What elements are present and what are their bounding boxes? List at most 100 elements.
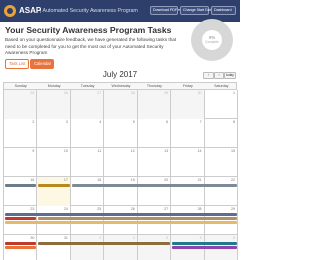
calendar-day-cell[interactable]: 6 <box>138 119 172 148</box>
calendar-day-cell[interactable]: 27 <box>70 90 105 119</box>
previous-month-button[interactable]: ‹ <box>203 72 214 79</box>
calendar-day-cell[interactable]: 28 <box>104 90 138 119</box>
calendar-day-cell[interactable]: 4 <box>71 119 105 148</box>
calendar-week-row: 23 24 25 26 27 28 29 <box>3 206 238 235</box>
day-number: 5 <box>132 120 135 124</box>
calendar-day-cell[interactable]: 1 <box>205 90 238 119</box>
day-number: 29 <box>164 91 169 95</box>
day-number: 19 <box>130 178 135 182</box>
calendar-day-cell[interactable]: 2 <box>4 119 38 148</box>
calendar-week-row: 2 3 4 5 6 7 8 <box>3 119 238 148</box>
calendar-day-cell[interactable]: 9 <box>4 148 38 177</box>
day-number: 1 <box>232 91 235 95</box>
day-number: 30 <box>197 91 202 95</box>
day-number: 5 <box>232 236 235 240</box>
dashboard-button[interactable]: Dashboard <box>211 6 236 15</box>
day-number: 22 <box>230 178 235 182</box>
calendar-day-cell[interactable]: 10 <box>37 148 71 177</box>
calendar-day-cell[interactable]: 15 <box>205 148 238 177</box>
intro-text: Based on your questionnaire feedback, we… <box>5 37 177 55</box>
calendar-day-cell[interactable]: 8 <box>205 119 238 148</box>
calendar-day-cell[interactable]: 22 <box>205 177 238 206</box>
calendar-week-row: 9 10 11 12 13 14 15 <box>3 148 238 177</box>
day-number: 7 <box>199 120 202 124</box>
change-start-date-button[interactable]: Change Start Date <box>180 6 213 15</box>
day-number: 14 <box>197 149 202 153</box>
day-number: 18 <box>97 178 102 182</box>
calendar-day-cell[interactable]: 12 <box>104 148 138 177</box>
calendar-day-cell[interactable]: 29 <box>137 90 172 119</box>
day-number: 3 <box>166 236 169 240</box>
next-month-button[interactable]: › <box>214 72 224 79</box>
day-number: 23 <box>30 207 35 211</box>
calendar-week-row: 25 26 27 28 29 30 1 <box>3 90 238 119</box>
calendar-day-cell[interactable]: 14 <box>171 148 205 177</box>
weekday-header-thursday: Thursday <box>146 84 162 88</box>
brand-subtitle: | Automated Security Awareness Program <box>40 8 138 14</box>
calendar-task-event[interactable] <box>5 213 237 216</box>
weekday-header-monday: Monday <box>47 84 61 88</box>
calendar-day-cell[interactable]: 2 <box>104 235 138 260</box>
day-number: 6 <box>166 120 169 124</box>
progress-caption: Complete <box>205 40 219 44</box>
calendar-day-cell[interactable]: 30 <box>171 90 205 119</box>
day-number: 11 <box>97 149 102 153</box>
calendar-day-cell[interactable]: 11 <box>71 148 105 177</box>
calendar-day-cell[interactable]: 20 <box>138 177 172 206</box>
day-number: 28 <box>197 207 202 211</box>
calendar-task-event[interactable] <box>5 221 237 224</box>
calendar-task-event[interactable] <box>5 217 37 220</box>
day-number: 29 <box>230 207 235 211</box>
calendar-day-cell[interactable]: 18 <box>71 177 105 206</box>
calendar-day-cell[interactable]: 16 <box>4 177 38 206</box>
calendar-day-cell[interactable]: 3 <box>37 119 71 148</box>
calendar-day-cell[interactable]: 5 <box>104 119 138 148</box>
asap-logo-icon <box>4 5 16 17</box>
day-number: 10 <box>63 149 68 153</box>
calendar-day-cell[interactable]: 25 <box>4 90 38 119</box>
calendar-task-event[interactable] <box>38 242 171 245</box>
calendar-task-event[interactable] <box>5 246 37 249</box>
weekday-header-row: Sunday Monday Tuesday Wednesday Thursday Frid… <box>3 82 237 90</box>
day-number: 28 <box>130 91 135 95</box>
day-number: 2 <box>32 120 35 124</box>
weekday-header-wednesday: Wednesday <box>111 84 131 88</box>
calendar-week-row: 30 31 1 2 3 4 5 <box>3 235 238 260</box>
calendar-day-cell[interactable]: 1 <box>70 235 105 260</box>
day-number: 9 <box>32 149 35 153</box>
day-number: 1 <box>99 236 102 240</box>
weekday-header-tuesday: Tuesday <box>80 84 95 88</box>
weekday-header-sunday: Sunday <box>14 84 27 88</box>
today-button[interactable]: today <box>224 72 236 79</box>
calendar-day-cell[interactable]: 17 <box>37 177 71 206</box>
tab-calendar[interactable]: Calendar <box>30 59 54 69</box>
top-navbar: ASAP | Automated Security Awareness Prog… <box>0 0 240 22</box>
day-number: 20 <box>164 178 169 182</box>
weekday-header-saturday: Saturday <box>214 84 229 88</box>
calendar-task-event[interactable] <box>5 184 37 187</box>
weekday-header-friday: Friday <box>182 84 193 88</box>
day-number: 21 <box>197 178 202 182</box>
calendar-day-cell[interactable]: 13 <box>138 148 172 177</box>
day-number: 25 <box>97 207 102 211</box>
calendar-day-cell[interactable]: 19 <box>104 177 138 206</box>
calendar-task-event[interactable] <box>172 246 237 249</box>
calendar-day-cell[interactable]: 26 <box>37 90 71 119</box>
calendar-task-event[interactable] <box>71 184 237 187</box>
calendar-day-cell[interactable]: 31 <box>37 235 71 260</box>
day-number: 26 <box>63 91 68 95</box>
tab-task-list[interactable]: Task List <box>5 59 29 69</box>
day-number: 3 <box>65 120 68 124</box>
calendar-day-cell[interactable]: 21 <box>171 177 205 206</box>
calendar-task-event[interactable] <box>172 242 237 245</box>
brand-name[interactable]: ASAP <box>19 5 41 17</box>
calendar-day-cell[interactable]: 3 <box>137 235 172 260</box>
calendar-day-cell[interactable]: 7 <box>171 119 205 148</box>
day-number: 12 <box>130 149 135 153</box>
calendar-task-event[interactable] <box>38 184 70 187</box>
download-pdf-button[interactable]: Download PDF ▾ <box>150 6 180 15</box>
day-number: 13 <box>164 149 169 153</box>
calendar-task-event[interactable] <box>5 242 37 245</box>
day-number: 17 <box>63 178 68 182</box>
calendar-task-event[interactable] <box>38 217 237 220</box>
